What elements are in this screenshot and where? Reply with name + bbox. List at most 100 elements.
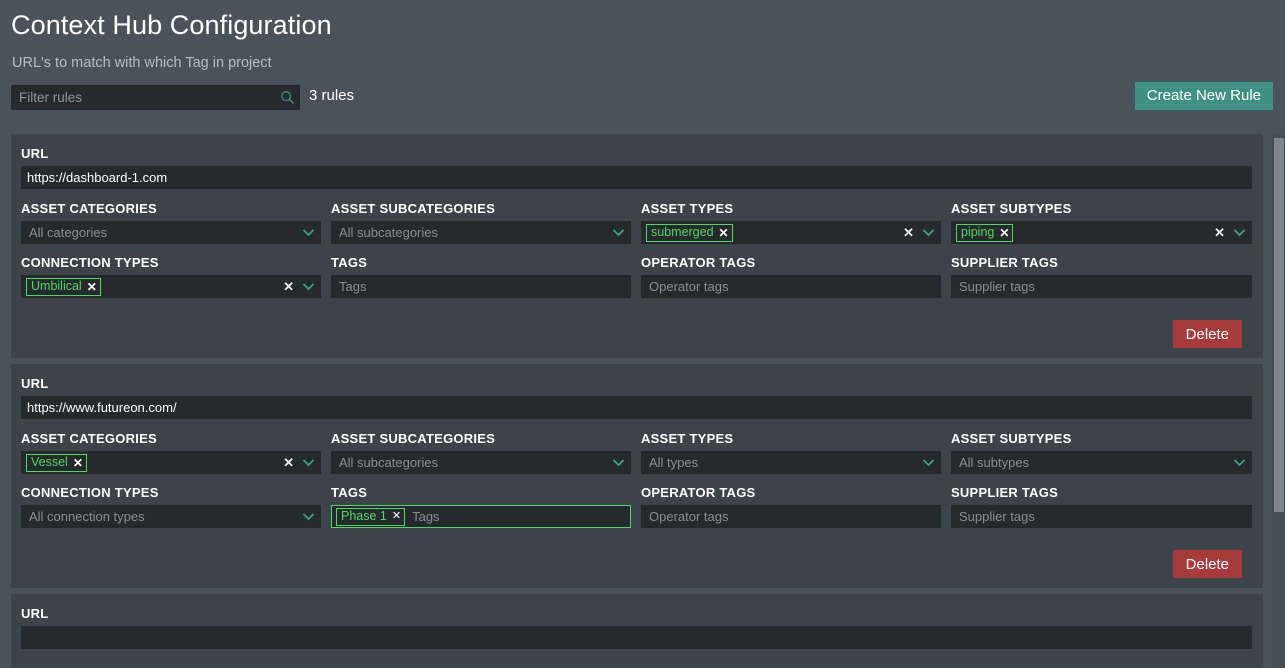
supplier-tags-placeholder: Supplier tags	[959, 279, 1035, 294]
asset-subcategories-select[interactable]: All subcategories	[331, 451, 631, 474]
supplier-tags-input[interactable]: Supplier tags	[951, 275, 1252, 298]
connection-types-group: CONNECTION TYPES Umbilical ✕ ✕	[21, 255, 321, 298]
connection-types-label: CONNECTION TYPES	[21, 485, 159, 500]
chip-remove-icon[interactable]: ✕	[999, 227, 1009, 239]
supplier-tags-label: SUPPLIER TAGS	[951, 255, 1059, 270]
asset-subtypes-label: ASSET SUBTYPES	[951, 431, 1072, 446]
asset-categories-select[interactable]: Vessel ✕ ✕	[21, 451, 321, 474]
asset-subtypes-group: ASSET SUBTYPES piping ✕ ✕	[951, 201, 1252, 244]
rules-scrollbar[interactable]	[1272, 134, 1285, 668]
asset-subcategories-group: ASSET SUBCATEGORIES All subcategories	[331, 201, 631, 244]
selected-chip[interactable]: Phase 1 ✕	[336, 507, 406, 526]
supplier-tags-placeholder: Supplier tags	[959, 509, 1035, 524]
tags-group: TAGS Tags	[331, 255, 631, 298]
chevron-down-icon[interactable]	[1232, 228, 1247, 237]
chip-remove-icon[interactable]: ✕	[392, 511, 401, 522]
asset-types-label: ASSET TYPES	[641, 201, 734, 216]
filter-rules-input[interactable]	[11, 85, 274, 110]
filters-row-1: ASSET CATEGORIES All categories ASSET SU…	[21, 201, 1252, 244]
page-title: Context Hub Configuration	[11, 10, 332, 40]
filters-row-1: ASSET CATEGORIES Vessel ✕ ✕ ASSET SUBCATE…	[21, 431, 1252, 474]
chevron-down-icon[interactable]	[611, 458, 626, 467]
chevron-down-icon[interactable]	[921, 458, 936, 467]
delete-row: Delete	[21, 539, 1251, 578]
clear-selection-icon[interactable]: ✕	[1210, 226, 1232, 239]
tags-input[interactable]: Tags	[331, 275, 631, 298]
chevron-down-icon[interactable]	[1232, 458, 1247, 467]
rules-scrollbar-thumb[interactable]	[1274, 138, 1284, 512]
tags-placeholder: Tags	[412, 509, 440, 524]
asset-categories-select[interactable]: All categories	[21, 221, 321, 244]
tags-input[interactable]: Phase 1 ✕ Tags	[331, 505, 631, 528]
operator-tags-input[interactable]: Operator tags	[641, 275, 941, 298]
chevron-down-icon[interactable]	[921, 228, 936, 237]
clear-selection-icon[interactable]: ✕	[279, 280, 301, 293]
chevron-down-icon[interactable]	[301, 228, 316, 237]
connection-types-select[interactable]: All connection types	[21, 505, 321, 528]
chip-label: Umbilical	[31, 279, 82, 294]
asset-subtypes-select[interactable]: piping ✕ ✕	[951, 221, 1252, 244]
asset-types-placeholder: All types	[649, 455, 699, 470]
url-field-group: URL	[21, 146, 1252, 189]
context-hub-page: Context Hub Configuration URL's to match…	[0, 0, 1285, 668]
page-subtitle: URL's to match with which Tag in project	[12, 55, 272, 71]
url-input[interactable]	[21, 626, 1252, 649]
asset-types-group: ASSET TYPES submerged ✕ ✕	[641, 201, 941, 244]
asset-subcategories-placeholder: All subcategories	[339, 455, 438, 470]
chip-remove-icon[interactable]: ✕	[73, 457, 83, 469]
search-icon[interactable]	[274, 90, 300, 105]
asset-subcategories-label: ASSET SUBCATEGORIES	[331, 431, 496, 446]
url-field-group: URL	[21, 376, 1252, 419]
filter-rules-field[interactable]	[11, 85, 300, 110]
delete-rule-button[interactable]: Delete	[1172, 320, 1242, 348]
rule-card: URL ASSET CATEGORIES Vessel ✕ ✕	[11, 364, 1263, 588]
connection-types-group: CONNECTION TYPES All connection types	[21, 485, 321, 528]
asset-types-select[interactable]: All types	[641, 451, 941, 474]
supplier-tags-group: SUPPLIER TAGS Supplier tags	[951, 485, 1252, 528]
supplier-tags-input[interactable]: Supplier tags	[951, 505, 1252, 528]
chip-label: Vessel	[31, 455, 68, 470]
clear-selection-icon[interactable]: ✕	[279, 456, 301, 469]
chip-remove-icon[interactable]: ✕	[87, 281, 97, 293]
tags-label: TAGS	[331, 485, 368, 500]
url-input[interactable]	[21, 166, 1252, 189]
selected-chip[interactable]: piping ✕	[956, 223, 1014, 242]
toolbar: 3 rules Create New Rule	[0, 82, 1285, 125]
tags-group: TAGS Phase 1 ✕ Tags	[331, 485, 631, 528]
operator-tags-label: OPERATOR TAGS	[641, 255, 756, 270]
chip-remove-icon[interactable]: ✕	[719, 227, 729, 239]
chip-label: piping	[961, 225, 995, 240]
chevron-down-icon[interactable]	[301, 282, 316, 291]
connection-types-label: CONNECTION TYPES	[21, 255, 159, 270]
connection-types-select[interactable]: Umbilical ✕ ✕	[21, 275, 321, 298]
rules-count-label: 3 rules	[309, 87, 355, 104]
asset-subtypes-select[interactable]: All subtypes	[951, 451, 1252, 474]
delete-rule-button[interactable]: Delete	[1172, 550, 1242, 578]
tags-placeholder: Tags	[339, 279, 367, 294]
selected-chip[interactable]: Umbilical ✕	[26, 277, 101, 296]
operator-tags-label: OPERATOR TAGS	[641, 485, 756, 500]
rule-card: URL ASSET CATEGORIES All categories ASSE…	[11, 134, 1263, 358]
supplier-tags-group: SUPPLIER TAGS Supplier tags	[951, 255, 1252, 298]
create-new-rule-button[interactable]: Create New Rule	[1134, 82, 1273, 110]
asset-subcategories-label: ASSET SUBCATEGORIES	[331, 201, 496, 216]
filters-row-2: CONNECTION TYPES Umbilical ✕ ✕ TAGS Tags	[21, 255, 1252, 298]
asset-categories-label: ASSET CATEGORIES	[21, 201, 157, 216]
selected-chip[interactable]: submerged ✕	[646, 223, 733, 242]
operator-tags-placeholder: Operator tags	[649, 279, 729, 294]
asset-types-group: ASSET TYPES All types	[641, 431, 941, 474]
chevron-down-icon[interactable]	[301, 458, 316, 467]
asset-categories-label: ASSET CATEGORIES	[21, 431, 157, 446]
url-input[interactable]	[21, 396, 1252, 419]
asset-subcategories-select[interactable]: All subcategories	[331, 221, 631, 244]
chevron-down-icon[interactable]	[611, 228, 626, 237]
connection-types-placeholder: All connection types	[29, 509, 145, 524]
operator-tags-input[interactable]: Operator tags	[641, 505, 941, 528]
selected-chip[interactable]: Vessel ✕	[26, 453, 87, 472]
clear-selection-icon[interactable]: ✕	[899, 226, 921, 239]
url-label: URL	[21, 146, 49, 161]
rules-list: URL ASSET CATEGORIES All categories ASSE…	[0, 134, 1285, 668]
asset-types-label: ASSET TYPES	[641, 431, 734, 446]
chevron-down-icon[interactable]	[301, 512, 316, 521]
asset-types-select[interactable]: submerged ✕ ✕	[641, 221, 941, 244]
